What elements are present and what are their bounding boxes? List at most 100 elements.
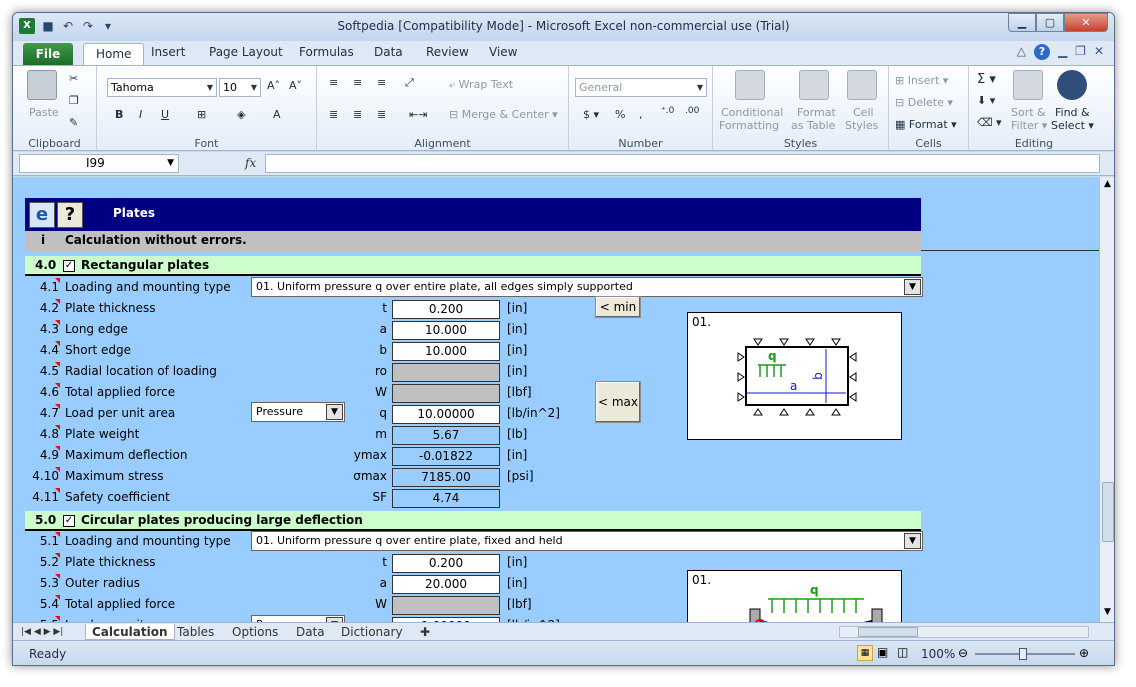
scroll-down-icon[interactable]: ▼ xyxy=(1104,607,1111,617)
sort-filter-line2[interactable]: Filter ▾ xyxy=(1011,119,1047,132)
sheet-tab-calculation[interactable]: Calculation xyxy=(85,624,175,640)
formula-input[interactable] xyxy=(265,154,1100,173)
chevron-down-icon[interactable]: ▼ xyxy=(904,279,921,295)
conditional-formatting-line2[interactable]: Formatting xyxy=(719,119,779,132)
format-as-table-line1[interactable]: Format xyxy=(797,106,836,119)
align-bottom-icon[interactable]: ≡ xyxy=(377,76,386,89)
maximize-button[interactable]: ▢ xyxy=(1036,13,1064,32)
section-5-checkbox[interactable]: ✓ xyxy=(63,514,75,527)
sort-filter-icon[interactable] xyxy=(1013,70,1043,100)
row-value[interactable]: 0.200 xyxy=(392,300,500,319)
paste-button[interactable]: Paste xyxy=(29,106,59,119)
doc-minimize-icon[interactable]: ▁ xyxy=(1058,44,1067,60)
format-as-table-icon[interactable] xyxy=(799,70,829,100)
tab-review[interactable]: Review xyxy=(426,45,469,59)
sheet-tab-options[interactable]: Options xyxy=(232,624,278,640)
max-button[interactable]: < max xyxy=(595,381,641,423)
hscroll-thumb[interactable] xyxy=(858,627,918,637)
chevron-down-icon[interactable]: ▼ xyxy=(326,404,343,420)
paste-icon[interactable] xyxy=(27,70,57,100)
align-right-icon[interactable]: ≣ xyxy=(377,108,386,121)
italic-icon[interactable]: I xyxy=(139,108,142,121)
page-break-view-icon[interactable]: ◫ xyxy=(897,645,908,659)
insert-function-icon[interactable]: fx xyxy=(245,156,256,170)
doc-restore-icon[interactable]: ❐ xyxy=(1075,44,1086,60)
align-center-icon[interactable]: ≣ xyxy=(353,108,362,121)
fill-icon[interactable]: ⬇ ▾ xyxy=(977,94,995,107)
shrink-font-icon[interactable]: A˅ xyxy=(289,79,302,92)
help-question-icon[interactable]: ? xyxy=(57,202,83,228)
find-select-line2[interactable]: Select ▾ xyxy=(1051,119,1094,132)
scroll-thumb[interactable] xyxy=(1102,482,1114,542)
load-type-select-4[interactable]: Pressure ▼ xyxy=(251,402,345,422)
align-left-icon[interactable]: ≣ xyxy=(329,108,338,121)
cell-styles-line1[interactable]: Cell xyxy=(853,106,874,119)
tab-data[interactable]: Data xyxy=(374,45,403,59)
row-value[interactable]: 0.200 xyxy=(392,554,500,573)
bold-icon[interactable]: B xyxy=(115,108,123,121)
orientation-icon[interactable]: ⤢ xyxy=(405,76,414,90)
sheet-tab-dictionary[interactable]: Dictionary xyxy=(341,624,403,640)
chevron-down-icon[interactable]: ▼ xyxy=(904,533,921,549)
page-layout-view-icon[interactable]: ▣ xyxy=(877,645,888,659)
grow-font-icon[interactable]: A˄ xyxy=(267,79,280,92)
indent-icon[interactable]: ⇤⇥ xyxy=(409,108,427,121)
doc-close-icon[interactable]: ✕ xyxy=(1094,44,1104,60)
cell-styles-icon[interactable] xyxy=(847,70,877,100)
normal-view-icon[interactable]: ▦ xyxy=(857,645,873,661)
minimize-button[interactable]: ▁ xyxy=(1008,13,1036,32)
mounting-type-select-5[interactable]: 01. Uniform pressure q over entire plate… xyxy=(251,531,923,551)
format-cells-button[interactable]: ▦ Format ▾ xyxy=(895,118,957,131)
format-painter-icon[interactable]: ✎ xyxy=(69,116,78,129)
find-select-line1[interactable]: Find & xyxy=(1055,106,1090,119)
load-type-select-5[interactable]: Pressure▼ xyxy=(251,615,345,622)
tab-insert[interactable]: Insert xyxy=(151,45,185,59)
copy-icon[interactable]: ❐ xyxy=(69,94,79,107)
currency-icon[interactable]: $ ▾ xyxy=(583,108,599,121)
insert-cells-button[interactable]: ⊞ Insert ▾ xyxy=(895,74,948,87)
sheet-tab-tables[interactable]: Tables xyxy=(177,624,214,640)
zoom-out-icon[interactable]: ⊖ xyxy=(958,646,968,660)
font-size-combo[interactable]: 10 ▼ xyxy=(219,78,261,97)
zoom-slider-thumb[interactable] xyxy=(1019,648,1027,660)
close-button[interactable]: ✕ xyxy=(1064,13,1108,32)
name-box[interactable]: I99 ▼ xyxy=(19,154,179,173)
underline-icon[interactable]: U xyxy=(161,108,169,121)
vertical-scrollbar[interactable]: ▲ ▼ xyxy=(1099,177,1114,622)
autosum-icon[interactable]: Σ ▾ xyxy=(977,72,996,87)
cut-icon[interactable]: ✂ xyxy=(69,72,78,85)
conditional-formatting-line1[interactable]: Conditional xyxy=(721,106,783,119)
borders-icon[interactable]: ⊞ xyxy=(197,108,206,121)
tab-nav-icons[interactable]: |◀ ◀ ▶ ▶| xyxy=(21,624,63,640)
min-button[interactable]: < min xyxy=(595,296,641,318)
delete-cells-button[interactable]: ⊟ Delete ▾ xyxy=(895,96,953,109)
align-top-icon[interactable]: ≡ xyxy=(329,76,338,89)
decrease-decimal-icon[interactable]: .00 xyxy=(685,106,699,116)
percent-icon[interactable]: % xyxy=(615,108,625,121)
align-middle-icon[interactable]: ≡ xyxy=(353,76,362,89)
scroll-up-icon[interactable]: ▲ xyxy=(1104,179,1111,189)
row-value[interactable]: 10.000 xyxy=(392,342,500,361)
tab-formulas[interactable]: Formulas xyxy=(299,45,354,59)
fill-color-icon[interactable]: ◈ xyxy=(237,108,245,121)
section-4-checkbox[interactable]: ✓ xyxy=(63,259,75,272)
tab-home[interactable]: Home xyxy=(83,43,145,65)
help-icon[interactable]: ? xyxy=(1033,44,1050,60)
new-sheet-icon[interactable]: ✚ xyxy=(420,624,430,640)
worksheet[interactable]: e ? Plates i Calculation without errors.… xyxy=(13,177,1099,622)
collapse-ribbon-icon[interactable]: △ xyxy=(1017,44,1026,60)
number-format-combo[interactable]: General ▼ xyxy=(575,78,707,97)
increase-decimal-icon[interactable]: ⁺.0 xyxy=(661,106,674,116)
mounting-type-select-4[interactable]: 01. Uniform pressure q over entire plate… xyxy=(251,277,923,297)
merge-center-button[interactable]: ⊟ Merge & Center ▾ xyxy=(449,108,558,121)
zoom-slider[interactable] xyxy=(975,648,1075,660)
tab-file[interactable]: File xyxy=(23,43,73,65)
font-name-combo[interactable]: Tahoma ▼ xyxy=(107,78,217,97)
wrap-text-button[interactable]: ⤶ Wrap Text xyxy=(449,78,513,92)
sort-filter-line1[interactable]: Sort & xyxy=(1011,106,1046,119)
sheet-tab-data[interactable]: Data xyxy=(296,624,325,640)
comma-icon[interactable]: , xyxy=(639,108,643,121)
row-value[interactable]: 20.000 xyxy=(392,575,500,594)
cell-styles-line2[interactable]: Styles xyxy=(845,119,878,132)
row-value[interactable]: 10.00000 xyxy=(392,405,500,424)
